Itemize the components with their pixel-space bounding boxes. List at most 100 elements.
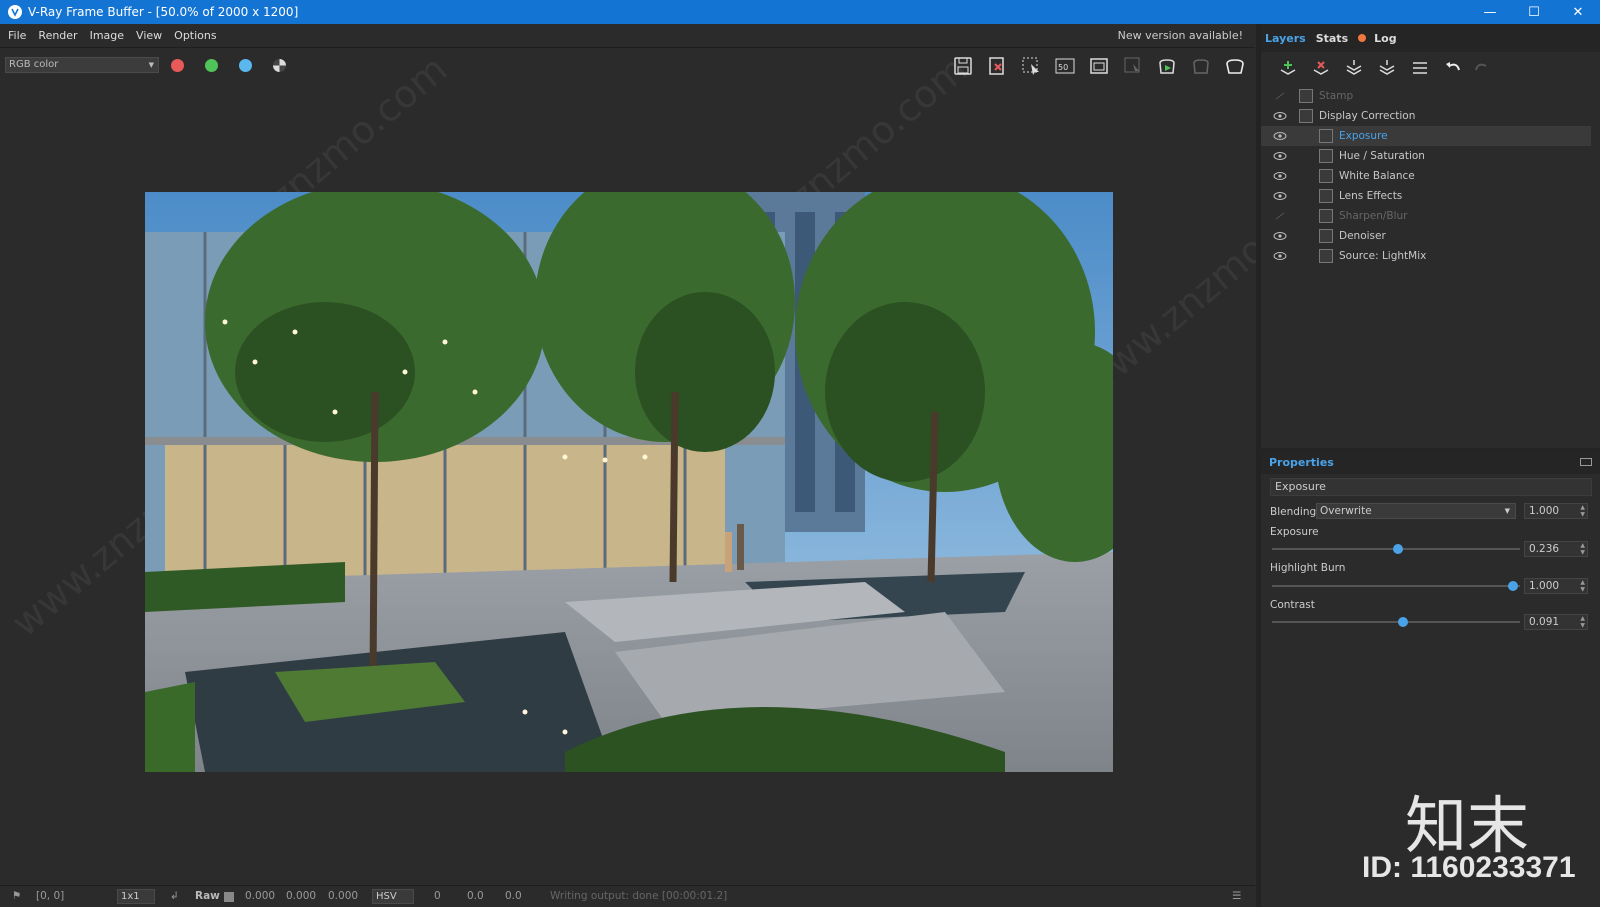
layer-name: Exposure	[1339, 130, 1388, 142]
blending-mode-select[interactable]: Overwrite ▼	[1316, 503, 1516, 519]
blue-channel-button[interactable]	[239, 59, 252, 72]
save-layers-icon[interactable]	[1341, 56, 1367, 80]
eye-hidden-icon[interactable]	[1273, 211, 1287, 221]
highlight-burn-slider-handle[interactable]	[1507, 581, 1518, 591]
minimize-button[interactable]: —	[1468, 0, 1512, 24]
redo-icon[interactable]	[1469, 56, 1495, 80]
track-mouse-icon[interactable]	[1120, 53, 1146, 79]
blending-amount-spinner[interactable]: 1.000 ▲ ▼	[1524, 503, 1588, 519]
maximize-button[interactable]: ☐	[1512, 0, 1556, 24]
layer-type-icon	[1319, 169, 1333, 183]
layer-row[interactable]: Source: LightMix	[1261, 246, 1591, 266]
sample-size-value: 1x1	[121, 891, 140, 902]
log-toggle-icon[interactable]: ☰	[1232, 890, 1241, 902]
eye-icon[interactable]	[1273, 131, 1287, 141]
layer-row[interactable]: Denoiser	[1261, 226, 1591, 246]
undock-icon[interactable]	[1580, 458, 1592, 466]
exposure-label: Exposure	[1270, 526, 1319, 538]
layer-name: Hue / Saturation	[1339, 150, 1425, 162]
close-button[interactable]: ✕	[1556, 0, 1600, 24]
layer-name: Lens Effects	[1339, 190, 1403, 202]
clear-image-icon[interactable]	[984, 53, 1010, 79]
layer-row[interactable]: White Balance	[1261, 166, 1591, 186]
color-picker-icon[interactable]: ↲	[170, 890, 179, 902]
eye-hidden-icon[interactable]	[1273, 91, 1287, 101]
layer-name: Stamp	[1319, 90, 1354, 102]
exposure-slider[interactable]	[1272, 544, 1520, 554]
status-bar: ⚑ [0, 0] 1x1 ↲ Raw 0.000 0.000 0.000 HSV…	[0, 885, 1255, 907]
color-mode-select[interactable]: HSV	[372, 889, 414, 904]
teapot-icon[interactable]	[1222, 53, 1248, 79]
properties-title: Properties	[1269, 456, 1334, 469]
alpha-channel-button[interactable]	[273, 59, 286, 72]
chevron-down-icon: ▼	[1504, 507, 1510, 515]
green-channel-button[interactable]	[205, 59, 218, 72]
eye-icon[interactable]	[1273, 191, 1287, 201]
menu-options[interactable]: Options	[174, 29, 216, 42]
menu-bar: File Render Image View Options New versi…	[0, 24, 1255, 48]
menu-image[interactable]: Image	[90, 29, 124, 42]
red-channel-button[interactable]	[171, 59, 184, 72]
pixel-b-value: 0.000	[328, 890, 359, 902]
layer-row[interactable]: Hue / Saturation	[1261, 146, 1591, 166]
channel-select-value: RGB color	[9, 59, 59, 70]
eye-icon[interactable]	[1273, 171, 1287, 181]
contrast-slider[interactable]	[1272, 617, 1520, 627]
tab-log[interactable]: Log	[1374, 32, 1396, 45]
highlight-burn-value: 1.000	[1529, 580, 1560, 592]
spinner-arrows-icon: ▲ ▼	[1580, 615, 1585, 629]
layer-type-icon	[1299, 89, 1313, 103]
layer-type-icon	[1319, 129, 1333, 143]
render-viewport[interactable]: www.znzmo.com www.znzmo.com www.znzmo.co…	[0, 47, 1346, 884]
blending-mode-value: Overwrite	[1320, 505, 1372, 517]
eye-icon[interactable]	[1273, 231, 1287, 241]
raw-label: Raw	[195, 890, 220, 902]
layer-name-field[interactable]: Exposure	[1270, 478, 1592, 496]
menu-render[interactable]: Render	[38, 29, 77, 42]
color-swatch	[224, 892, 234, 902]
pixel-coords: [0, 0]	[36, 890, 65, 902]
exposure-value: 0.236	[1529, 543, 1560, 555]
layer-name: Display Correction	[1319, 110, 1416, 122]
channel-select[interactable]: RGB color ▼	[5, 57, 159, 73]
zoom-50-icon[interactable]: 50	[1052, 53, 1078, 79]
menu-file[interactable]: File	[8, 29, 26, 42]
menu-view[interactable]: View	[136, 29, 162, 42]
blending-amount-value: 1.000	[1529, 505, 1560, 517]
layer-toolbar	[1261, 52, 1600, 84]
undo-icon[interactable]	[1440, 56, 1466, 80]
layer-row[interactable]: Sharpen/Blur	[1261, 206, 1591, 226]
blending-label: Blending	[1270, 506, 1317, 518]
layer-row[interactable]: Stamp	[1261, 86, 1591, 106]
tab-layers[interactable]: Layers	[1265, 32, 1306, 45]
eye-icon[interactable]	[1273, 151, 1287, 161]
layer-row[interactable]: Lens Effects	[1261, 186, 1591, 206]
interactive-render-icon[interactable]	[1188, 53, 1214, 79]
layer-row[interactable]: Exposure	[1261, 126, 1591, 146]
region-render-icon[interactable]	[1018, 53, 1044, 79]
zoom-50-label: 50	[1058, 63, 1068, 72]
sample-size-select[interactable]: 1x1	[117, 889, 155, 904]
spinner-arrows-icon: ▲ ▼	[1580, 579, 1585, 593]
new-version-link[interactable]: New version available!	[1118, 29, 1243, 42]
layer-type-icon	[1299, 109, 1313, 123]
layer-row[interactable]: Display Correction	[1261, 106, 1591, 126]
layer-list-icon[interactable]	[1407, 56, 1433, 80]
contrast-spinner[interactable]: 0.091 ▲ ▼	[1524, 614, 1588, 630]
highlight-burn-slider[interactable]	[1272, 581, 1520, 591]
add-layer-icon[interactable]	[1275, 56, 1301, 80]
eye-icon[interactable]	[1273, 251, 1287, 261]
render-icon[interactable]	[1154, 53, 1180, 79]
load-layers-icon[interactable]	[1374, 56, 1400, 80]
highlight-burn-spinner[interactable]: 1.000 ▲ ▼	[1524, 578, 1588, 594]
layer-type-icon	[1319, 149, 1333, 163]
toolbar: RGB color ▼ 50	[0, 49, 1255, 83]
color-mode-value: HSV	[376, 891, 397, 902]
pin-icon[interactable]: ⚑	[12, 890, 21, 902]
delete-layer-icon[interactable]	[1308, 56, 1334, 80]
tab-stats[interactable]: Stats	[1316, 32, 1348, 45]
exposure-spinner[interactable]: 0.236 ▲ ▼	[1524, 541, 1588, 557]
eye-icon[interactable]	[1273, 111, 1287, 121]
fit-view-icon[interactable]	[1086, 53, 1112, 79]
spinner-arrows-icon: ▲ ▼	[1580, 504, 1585, 518]
